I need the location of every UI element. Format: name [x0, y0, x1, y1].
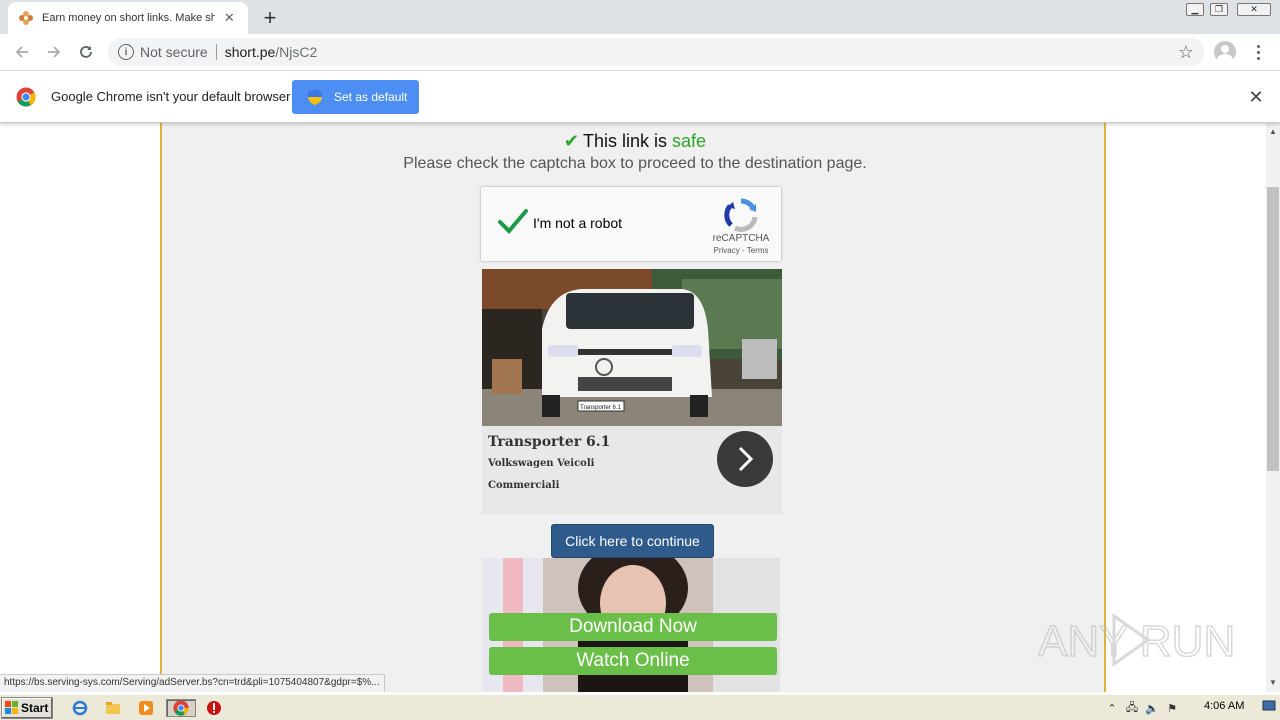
- url-path: /NjsC2: [275, 44, 318, 60]
- volume-icon[interactable]: 🔈: [1142, 699, 1162, 717]
- start-button[interactable]: Start: [1, 697, 53, 719]
- tab-title: Earn money on short links. Make sho: [42, 12, 215, 24]
- browser-toolbar: i Not secure short.pe /NjsC2 ☆: [0, 34, 1280, 71]
- ad-subtitle-line2: Commerciali: [488, 480, 560, 491]
- status-url: https://bs.serving-sys.com/Serving/adSer…: [0, 674, 385, 692]
- van-advertisement[interactable]: Transporter 6.1 Transporter 6.1 Volkswag…: [482, 269, 782, 514]
- default-browser-infobar: Google Chrome isn't your default browser…: [0, 71, 1280, 123]
- url-host: short.pe: [224, 44, 276, 60]
- recaptcha-logo-icon: [724, 198, 758, 232]
- set-as-default-label: Set as default: [334, 90, 408, 104]
- ad-subtitle-line1: Volkswagen Veicoli: [488, 458, 595, 469]
- captcha-instruction: Please check the captcha box to proceed …: [403, 155, 867, 172]
- ie-icon[interactable]: [70, 699, 90, 717]
- address-bar[interactable]: i Not secure short.pe /NjsC2: [108, 38, 1204, 66]
- tab-close-icon[interactable]: ✕: [221, 9, 238, 27]
- tab-strip: Earn money on short links. Make sho ✕ + …: [0, 0, 1280, 34]
- chevron-right-icon[interactable]: [717, 431, 773, 487]
- favicon-flower-icon: [18, 10, 34, 26]
- download-advertisement[interactable]: Download Now Watch Online: [483, 558, 780, 692]
- safe-prefix: This link is: [583, 131, 668, 151]
- menu-kebab-icon[interactable]: [1248, 40, 1268, 64]
- scroll-up-arrow-icon[interactable]: ▲: [1266, 125, 1280, 137]
- start-label: Start: [21, 701, 49, 715]
- flag-icon[interactable]: ⚑: [1162, 699, 1182, 717]
- network-icon[interactable]: 🖧: [1122, 699, 1142, 717]
- safe-heading: ✔ This link is safe: [162, 131, 1108, 152]
- infobar-close-icon[interactable]: ✕: [1246, 87, 1266, 107]
- ad-van-image[interactable]: Transporter 6.1: [482, 269, 782, 426]
- chrome-logo-icon: [16, 87, 36, 107]
- download-now-button[interactable]: Download Now: [489, 613, 777, 641]
- shield-icon: [308, 89, 322, 105]
- star-icon[interactable]: ☆: [1174, 40, 1198, 64]
- checkmark-icon: ✔: [563, 131, 580, 151]
- media-player-icon[interactable]: [136, 699, 156, 717]
- system-tray: ⌃ 🖧 🔈 ⚑: [1102, 697, 1278, 719]
- svg-text:ANY RUN: ANY RUN: [1038, 617, 1235, 666]
- ad-title[interactable]: Transporter 6.1: [488, 434, 610, 450]
- scroll-thumb[interactable]: [1267, 187, 1279, 471]
- chrome-icon[interactable]: [166, 699, 196, 717]
- new-tab-button[interactable]: +: [258, 5, 282, 30]
- content-panel: ✔ This link is safe Please check the capt…: [160, 123, 1106, 692]
- omnibox-separator: [215, 44, 217, 60]
- captcha-label: I'm not a robot: [533, 215, 623, 231]
- recaptcha-widget[interactable]: I'm not a robot reCAPTCHA Privacy - Term…: [480, 186, 782, 262]
- security-label: Not secure: [140, 44, 208, 60]
- web-page: ✔ This link is safe Please check the capt…: [0, 123, 1266, 692]
- show-desktop-icon[interactable]: [1262, 699, 1276, 715]
- watch-online-button[interactable]: Watch Online: [489, 647, 777, 675]
- windows-flag-icon: [5, 701, 18, 714]
- profile-icon[interactable]: [1214, 41, 1236, 63]
- minimize-button[interactable]: ▁: [1184, 0, 1206, 18]
- forward-arrow-icon[interactable]: [42, 40, 66, 64]
- infobar-message: Google Chrome isn't your default browser: [51, 89, 291, 104]
- scroll-down-arrow-icon[interactable]: ▼: [1266, 676, 1280, 688]
- info-icon[interactable]: i: [118, 44, 134, 60]
- page-scrollbar[interactable]: ▲ ▼: [1266, 123, 1280, 692]
- set-as-default-button[interactable]: Set as default: [292, 80, 419, 114]
- continue-button[interactable]: Click here to continue: [551, 524, 714, 558]
- stop-icon[interactable]: [204, 699, 224, 717]
- back-arrow-icon[interactable]: [10, 40, 34, 64]
- restore-button[interactable]: ❐: [1208, 0, 1230, 18]
- reload-icon[interactable]: [74, 40, 98, 64]
- taskbar-clock[interactable]: 4:06 AM: [1204, 700, 1244, 712]
- anyrun-watermark: ANY RUN: [1038, 613, 1236, 667]
- ad-plate-text: Transporter 6.1: [580, 405, 621, 411]
- checkmark-icon[interactable]: [497, 207, 529, 235]
- windows-taskbar: Start ⌃ 🖧 🔈 ⚑ 4:06 AM: [0, 694, 1280, 720]
- safe-word: safe: [672, 131, 707, 151]
- recaptcha-brand: reCAPTCHA: [712, 233, 770, 244]
- explorer-icon[interactable]: [103, 699, 123, 717]
- recaptcha-links[interactable]: Privacy - Terms: [703, 246, 779, 255]
- window-close-button[interactable]: ✕: [1236, 0, 1272, 18]
- tray-expand-icon[interactable]: ⌃: [1102, 699, 1122, 717]
- browser-tab[interactable]: Earn money on short links. Make sho ✕: [8, 2, 248, 34]
